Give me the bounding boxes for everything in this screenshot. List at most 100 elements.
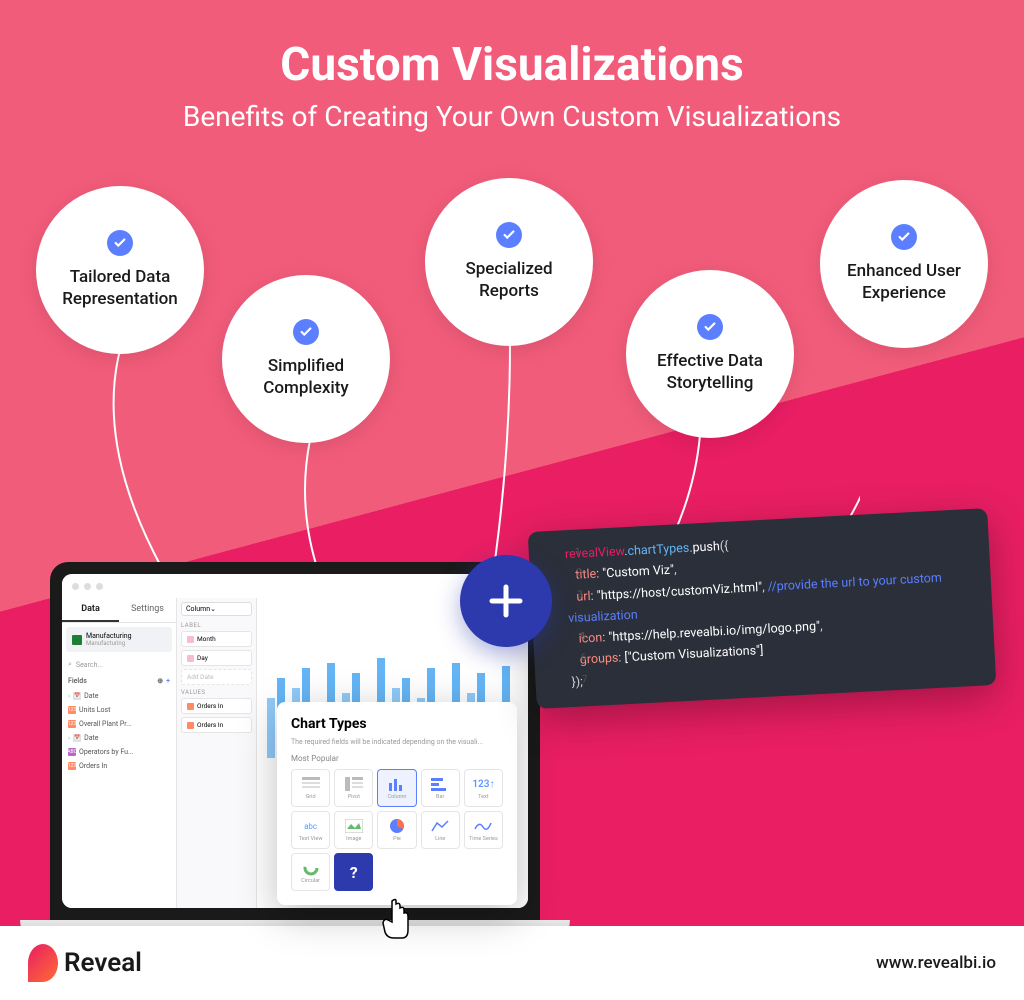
- benefit-label: Simplified Complexity: [242, 355, 370, 399]
- label-pill[interactable]: Month: [181, 631, 252, 647]
- tab-data[interactable]: Data: [62, 598, 119, 622]
- chart-type-grid: Grid Pivot Column Bar 123↑ Text abcText V…: [291, 769, 503, 891]
- textview-icon: abc: [301, 818, 321, 834]
- check-icon: [293, 319, 319, 345]
- check-icon: [107, 230, 133, 256]
- circular-icon: [301, 860, 321, 876]
- chart-type-circular-item[interactable]: Circular: [291, 853, 330, 891]
- benefit-bubble: Enhanced User Experience: [820, 180, 988, 348]
- datasource-row[interactable]: ManufacturingManufacturing: [66, 627, 172, 652]
- value-pill[interactable]: Orders In: [181, 698, 252, 714]
- datasource-name: Manufacturing: [86, 632, 166, 640]
- benefit-bubble: Tailored Data Representation: [36, 186, 204, 354]
- chart-type-label: Column: [388, 794, 407, 800]
- check-icon: [891, 224, 917, 250]
- field-row[interactable]: 123Overall Plant Pr...: [62, 717, 176, 731]
- dropdown-value: Column: [186, 605, 210, 613]
- date-icon: [187, 636, 194, 643]
- cursor-icon: [378, 898, 414, 940]
- brand-logo: Reveal: [28, 944, 142, 982]
- chart-type-dropdown[interactable]: Column⌄: [181, 602, 252, 616]
- column-chart-icon: [387, 776, 407, 792]
- section-label: VALUES: [181, 689, 252, 696]
- field-name: Units Lost: [79, 706, 110, 714]
- pill-text: Orders In: [197, 721, 223, 729]
- chart-type-line-item[interactable]: Line: [421, 811, 460, 849]
- number-icon: 123: [68, 706, 76, 714]
- hero-subtitle: Benefits of Creating Your Own Custom Vis…: [0, 100, 1024, 133]
- plus-icon[interactable]: +: [166, 677, 170, 685]
- text-icon: 123↑: [473, 776, 493, 792]
- chart-type-label: Text: [478, 794, 488, 800]
- field-row[interactable]: ABCOperators by Fu...: [62, 745, 176, 759]
- popup-section-label: Most Popular: [291, 754, 503, 763]
- chevron-right-icon: ›: [68, 734, 70, 742]
- site-url: www.revealbi.io: [876, 953, 996, 973]
- chart-type-label: Time Series: [469, 836, 498, 842]
- chevron-right-icon: ›: [68, 692, 70, 700]
- chart-type-grid-item[interactable]: Grid: [291, 769, 330, 807]
- timeseries-icon: [473, 818, 493, 834]
- bar-chart-icon: [430, 776, 450, 792]
- label-pill[interactable]: Day: [181, 650, 252, 666]
- code-method: push: [692, 539, 720, 555]
- chart-type-image-item[interactable]: Image: [334, 811, 373, 849]
- window-dot-icon: [96, 583, 103, 590]
- chart-types-popup: Chart Types The required fields will be …: [277, 702, 517, 905]
- value-pill[interactable]: Orders In: [181, 717, 252, 733]
- tab-settings[interactable]: Settings: [119, 598, 176, 622]
- chevron-down-icon: ⌄: [210, 605, 216, 613]
- window-titlebar: [62, 574, 528, 598]
- sidebar-tabs: Data Settings: [62, 598, 176, 623]
- chart-type-label: Grid: [306, 794, 316, 800]
- number-icon: [187, 722, 194, 729]
- pill-text: Day: [197, 654, 208, 662]
- field-row[interactable]: ›📅Date: [62, 689, 176, 703]
- popup-description: The required fields will be indicated de…: [291, 738, 503, 746]
- question-icon: ?: [344, 864, 364, 880]
- search-row[interactable]: ⌕Search...: [62, 656, 176, 673]
- chart-type-bar-item[interactable]: Bar: [421, 769, 460, 807]
- field-name: Overall Plant Pr...: [79, 720, 132, 728]
- globe-icon[interactable]: ⊕: [157, 677, 163, 685]
- window-dot-icon: [84, 583, 91, 590]
- benefit-bubbles: Tailored Data Representation Simplified …: [0, 170, 1024, 470]
- number-icon: 123: [68, 762, 76, 770]
- chart-type-column-item[interactable]: Column: [377, 769, 416, 807]
- chart-type-custom-item[interactable]: ?: [334, 853, 373, 891]
- number-icon: [187, 703, 194, 710]
- chart-type-timeseries-item[interactable]: Time Series: [464, 811, 503, 849]
- chart-type-label: Pivot: [348, 794, 360, 800]
- chart-type-pie-item[interactable]: Pie: [377, 811, 416, 849]
- check-icon: [496, 222, 522, 248]
- field-name: Date: [84, 692, 98, 700]
- image-icon: [344, 818, 364, 834]
- window-dot-icon: [72, 583, 79, 590]
- field-row[interactable]: 123Orders In: [62, 759, 176, 773]
- benefit-label: Enhanced User Experience: [840, 260, 968, 304]
- code-property: chartTypes: [627, 541, 690, 559]
- chart-type-textview-item[interactable]: abcText View: [291, 811, 330, 849]
- field-name: Date: [84, 734, 98, 742]
- field-row[interactable]: ›📅Date: [62, 731, 176, 745]
- chart-type-text-item[interactable]: 123↑ Text: [464, 769, 503, 807]
- code-snippet: 1revealView.chartTypes.push({ 2 title: "…: [528, 508, 997, 709]
- fields-header: Fields⊕+: [62, 673, 176, 689]
- chart-type-pivot-item[interactable]: Pivot: [334, 769, 373, 807]
- sidebar: Data Settings ManufacturingManufacturing…: [62, 598, 177, 908]
- number-icon: 123: [68, 720, 76, 728]
- popup-title: Chart Types: [291, 716, 503, 732]
- benefit-label: Specialized Reports: [445, 258, 573, 302]
- grid-icon: [301, 776, 321, 792]
- chart-type-label: Bar: [436, 794, 444, 800]
- code-value: "Custom Viz": [602, 563, 675, 582]
- section-label: LABEL: [181, 622, 252, 629]
- text-icon: ABC: [68, 748, 76, 756]
- benefit-bubble: Simplified Complexity: [222, 275, 390, 443]
- add-date-placeholder[interactable]: Add Date: [181, 669, 252, 685]
- field-row[interactable]: 123Units Lost: [62, 703, 176, 717]
- brand-name: Reveal: [64, 948, 142, 978]
- logo-mark-icon: [28, 944, 58, 982]
- chart-type-label: Image: [346, 836, 361, 842]
- benefit-label: Effective Data Storytelling: [646, 350, 774, 394]
